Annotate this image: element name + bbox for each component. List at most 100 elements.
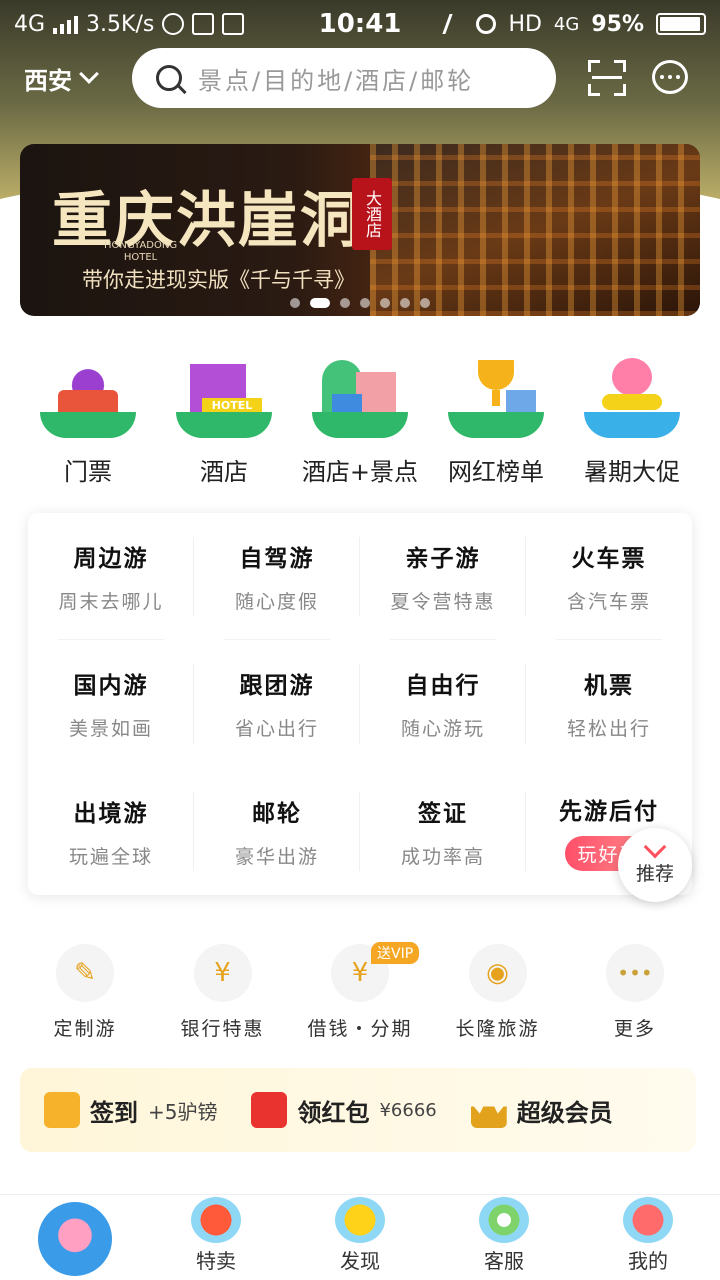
category-label: 门票 bbox=[64, 458, 112, 486]
tab-service[interactable]: 客服 bbox=[432, 1195, 576, 1280]
home-donkey-icon[interactable] bbox=[38, 1202, 112, 1276]
city-name: 西安 bbox=[24, 66, 72, 95]
grid-item-train[interactable]: 火车票 含汽车票 bbox=[526, 513, 692, 641]
service-label: 银行特惠 bbox=[180, 1018, 265, 1040]
banner-dot[interactable] bbox=[360, 298, 370, 308]
duck-icon bbox=[335, 1197, 385, 1243]
category-label: 网红榜单 bbox=[448, 458, 544, 486]
super-vip-label: 超级会员 bbox=[516, 1098, 613, 1127]
redpacket-amount: ¥6666 bbox=[379, 1099, 437, 1121]
grid-title: 国内游 bbox=[73, 672, 149, 700]
clock: 10:41 bbox=[318, 9, 402, 39]
grid-item-family[interactable]: 亲子游 夏令营特惠 bbox=[360, 513, 526, 641]
tab-label: 客服 bbox=[484, 1249, 524, 1273]
grid-subtitle: 省心出行 bbox=[234, 718, 319, 741]
promo-banner[interactable]: 重庆洪崖洞 大酒店 HONGYADONG HOTEL 带你走进现实版《千与千寻》 bbox=[20, 144, 700, 316]
category-trending[interactable]: 网红榜单 bbox=[428, 350, 564, 487]
grid-title: 亲子游 bbox=[405, 545, 481, 573]
category-hotel[interactable]: HOTEL 酒店 bbox=[156, 350, 292, 487]
tab-discover[interactable]: 发现 bbox=[288, 1195, 432, 1280]
banner-dot[interactable] bbox=[340, 298, 350, 308]
recommend-button[interactable]: 推荐 bbox=[618, 828, 692, 902]
calendar-check-icon bbox=[44, 1092, 80, 1128]
redpacket-label: 领红包 bbox=[297, 1098, 370, 1127]
city-selector[interactable]: 西安 bbox=[24, 61, 116, 96]
category-summer-sale[interactable]: 暑期大促 bbox=[564, 350, 700, 487]
grid-subtitle: 成功率高 bbox=[400, 845, 485, 868]
tiger-icon: ◉ bbox=[468, 944, 527, 1002]
service-more[interactable]: ••• 更多 bbox=[570, 944, 700, 1041]
bank-house-icon: ¥ bbox=[193, 944, 252, 1002]
crown-icon bbox=[470, 1095, 507, 1128]
temple-ticket-icon bbox=[40, 350, 136, 438]
flipflops-icon bbox=[623, 1197, 673, 1243]
redpacket-button[interactable]: 领红包 ¥6666 bbox=[251, 1092, 437, 1128]
recommend-label: 推荐 bbox=[635, 862, 674, 885]
trophy-icon bbox=[448, 350, 544, 438]
grid-item-nearby[interactable]: 周边游 周末去哪儿 bbox=[28, 513, 194, 641]
grid-subtitle: 周末去哪儿 bbox=[58, 591, 164, 614]
banner-dot[interactable] bbox=[290, 298, 300, 308]
service-label: 长隆旅游 bbox=[455, 1018, 540, 1040]
top-header: 西安 景点/目的地/酒店/邮轮 bbox=[0, 48, 720, 108]
grid-title: 邮轮 bbox=[252, 799, 302, 827]
service-bank-deals[interactable]: ¥ 银行特惠 bbox=[158, 944, 288, 1041]
service-loan[interactable]: ¥ 送VIP 借钱・分期 bbox=[295, 942, 425, 1041]
grid-subtitle: 豪华出游 bbox=[234, 845, 319, 868]
banner-title: 重庆洪崖洞 bbox=[52, 186, 362, 256]
category-hotel-scenic[interactable]: 酒店+景点 bbox=[292, 350, 428, 487]
checkin-reward: +5驴镑 bbox=[148, 1099, 218, 1124]
service-custom-tour[interactable]: ✎ 定制游 bbox=[20, 944, 150, 1041]
banner-english-line2: HOTEL bbox=[123, 252, 158, 263]
grid-item-group-tour[interactable]: 跟团游 省心出行 bbox=[194, 640, 360, 767]
lifebuoy-icon bbox=[479, 1197, 529, 1243]
hotel-icon: HOTEL bbox=[176, 350, 272, 438]
category-label: 酒店+景点 bbox=[301, 458, 419, 486]
category-label: 酒店 bbox=[200, 458, 248, 486]
grid-title: 火车票 bbox=[571, 545, 647, 573]
category-row: 门票 HOTEL 酒店 酒店+景点 网红榜单 暑期大促 bbox=[20, 350, 700, 487]
banner-seal: 大酒店 bbox=[352, 178, 392, 250]
travel-grid: 周边游周末去哪儿 自驾游 随心度假 亲子游 夏令营特惠 火车票 含汽车票 国内游 美景如… bbox=[28, 513, 692, 895]
banner-dot[interactable] bbox=[310, 298, 330, 308]
grid-title: 周边游 bbox=[73, 545, 149, 573]
grid-item-domestic[interactable]: 国内游 美景如画 bbox=[28, 640, 194, 767]
search-placeholder: 景点/目的地/酒店/邮轮 bbox=[198, 66, 475, 95]
service-label: 定制游 bbox=[53, 1018, 117, 1040]
status-bar: 4G 3.5K/s 10:41 HD 4G 95% bbox=[0, 0, 720, 48]
grid-item-flights[interactable]: 机票 轻松出行 bbox=[526, 640, 692, 767]
tab-label: 我的 bbox=[628, 1249, 668, 1273]
grid-item-cruise[interactable]: 邮轮 豪华出游 bbox=[194, 768, 360, 895]
grid-title: 签证 bbox=[418, 799, 468, 827]
pencil-icon: ✎ bbox=[56, 944, 114, 1002]
summer-donkey-icon bbox=[584, 350, 680, 438]
tab-sale[interactable]: 特卖 bbox=[144, 1195, 288, 1280]
service-chimelong[interactable]: ◉ 长隆旅游 bbox=[433, 944, 563, 1041]
service-row: ✎ 定制游 ¥ 银行特惠 ¥ 送VIP 借钱・分期 ◉ 长隆旅游 ••• 更多 bbox=[20, 942, 700, 1041]
banner-dot[interactable] bbox=[400, 298, 410, 308]
grid-item-outbound[interactable]: 出境游 玩遍全球 bbox=[28, 768, 194, 895]
chevron-down-icon bbox=[643, 835, 667, 858]
banner-photo bbox=[370, 144, 700, 316]
grid-item-selfdrive[interactable]: 自驾游 随心度假 bbox=[194, 513, 360, 641]
grid-title: 自驾游 bbox=[239, 545, 315, 573]
banner-english-line1: HONGYADONG bbox=[104, 240, 178, 251]
scan-icon[interactable] bbox=[588, 60, 626, 96]
category-tickets[interactable]: 门票 bbox=[20, 350, 156, 487]
banner-dot[interactable] bbox=[380, 298, 390, 308]
message-icon[interactable] bbox=[652, 60, 688, 94]
tab-mine[interactable]: 我的 bbox=[576, 1195, 720, 1280]
checkin-label: 签到 bbox=[90, 1098, 138, 1127]
search-input[interactable]: 景点/目的地/酒店/邮轮 bbox=[132, 48, 556, 108]
grid-item-free-travel[interactable]: 自由行 随心游玩 bbox=[360, 640, 526, 767]
bucket-icon bbox=[191, 1197, 241, 1243]
grid-title: 自由行 bbox=[405, 672, 481, 700]
banner-subtitle: 带你走进现实版《千与千寻》 bbox=[82, 268, 355, 292]
grid-title: 先游后付 bbox=[559, 797, 659, 825]
battery-fill bbox=[660, 17, 700, 31]
super-vip-button[interactable]: 超级会员 bbox=[470, 1092, 613, 1128]
checkin-button[interactable]: 签到 +5驴镑 bbox=[44, 1092, 217, 1128]
grid-item-visa[interactable]: 签证 成功率高 bbox=[360, 768, 526, 895]
banner-dot[interactable] bbox=[420, 298, 430, 308]
member-bar: 签到 +5驴镑 领红包 ¥6666 超级会员 bbox=[20, 1068, 696, 1152]
